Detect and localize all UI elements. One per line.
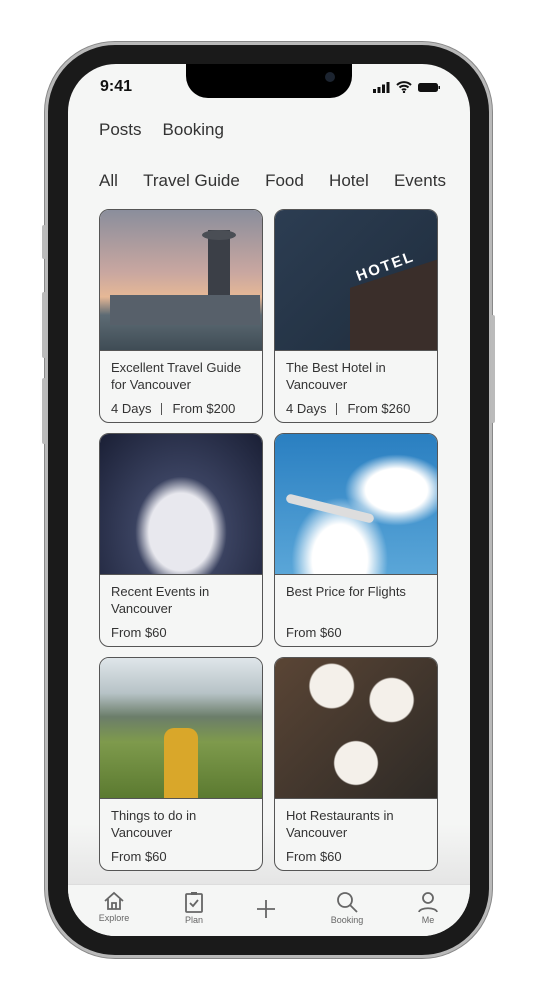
card-events[interactable]: Recent Events in Vancouver From $60 [99,433,263,647]
nav-label: Explore [98,913,130,923]
food-image [275,658,437,799]
bottom-nav: Explore Plan Booking Me [68,884,470,936]
category-events[interactable]: Events [394,171,446,191]
card-price: From $60 [111,625,167,640]
card-meta: From $60 [286,625,342,640]
nav-add-button[interactable] [236,899,296,921]
category-food[interactable]: Food [265,171,304,191]
nav-booking[interactable]: Booking [317,891,377,925]
mute-switch [42,225,46,259]
status-icons [373,81,440,93]
card-title: Recent Events in Vancouver [111,584,210,616]
category-tabs: All Travel Guide Food Hotel Events [99,171,446,191]
card-travel-guide[interactable]: Excellent Travel Guide for Vancouver 4 D… [99,209,263,423]
camera-icon [325,72,335,82]
screen: 9:41 Posts Booking All Travel Guide Food… [68,64,470,936]
vancouver-skyline-image [100,210,262,351]
airplane-image [275,434,437,575]
card-flights[interactable]: Best Price for Flights From $60 [274,433,438,647]
nav-plan[interactable]: Plan [164,891,224,925]
card-title: Hot Restaurants in Vancouver [286,808,394,840]
card-price: From $60 [286,849,342,864]
battery-icon [418,82,440,92]
card-price: From $60 [111,849,167,864]
tab-booking[interactable]: Booking [163,120,224,140]
hiking-image [100,658,262,799]
divider [336,402,338,415]
nav-explore[interactable]: Explore [84,891,144,923]
home-icon [104,891,124,910]
card-days: 4 Days [111,401,152,416]
signal-icon [373,81,390,93]
card-days: 4 Days [286,401,327,416]
clipboard-check-icon [185,892,203,913]
nav-me[interactable]: Me [398,891,458,925]
user-icon [418,892,438,913]
card-meta: From $60 [111,849,167,864]
event-image [100,434,262,575]
card-meta: 4 Days From $200 [111,401,235,416]
nav-label: Plan [184,915,203,925]
nav-label: Booking [330,915,364,925]
card-things-to-do[interactable]: Things to do in Vancouver From $60 [99,657,263,871]
card-title: Things to do in Vancouver [111,808,197,840]
top-tabs: Posts Booking [99,120,224,140]
card-price: From $60 [286,625,342,640]
card-price: From $260 [347,401,411,416]
notch [186,64,352,98]
category-all[interactable]: All [99,171,118,191]
tab-posts[interactable]: Posts [99,120,142,140]
volume-down-button [42,378,46,444]
plus-icon [257,900,275,918]
card-title: Best Price for Flights [286,584,406,599]
nav-label: Me [421,915,435,925]
status-time: 9:41 [100,78,133,95]
card-meta: From $60 [286,849,342,864]
card-meta: 4 Days From $260 [286,401,410,416]
divider [161,402,163,415]
volume-up-button [42,292,46,358]
wifi-icon [396,81,412,93]
card-meta: From $60 [111,625,167,640]
card-hotel[interactable]: HOTEL The Best Hotel in Vancouver 4 Days… [274,209,438,423]
card-title: The Best Hotel in Vancouver [286,360,386,392]
category-hotel[interactable]: Hotel [329,171,369,191]
card-price: From $200 [172,401,236,416]
category-travel-guide[interactable]: Travel Guide [143,171,240,191]
card-restaurants[interactable]: Hot Restaurants in Vancouver From $60 [274,657,438,871]
hotel-image: HOTEL [275,210,437,351]
card-title: Excellent Travel Guide for Vancouver [111,360,242,392]
power-button [491,315,495,423]
search-icon [337,892,358,913]
